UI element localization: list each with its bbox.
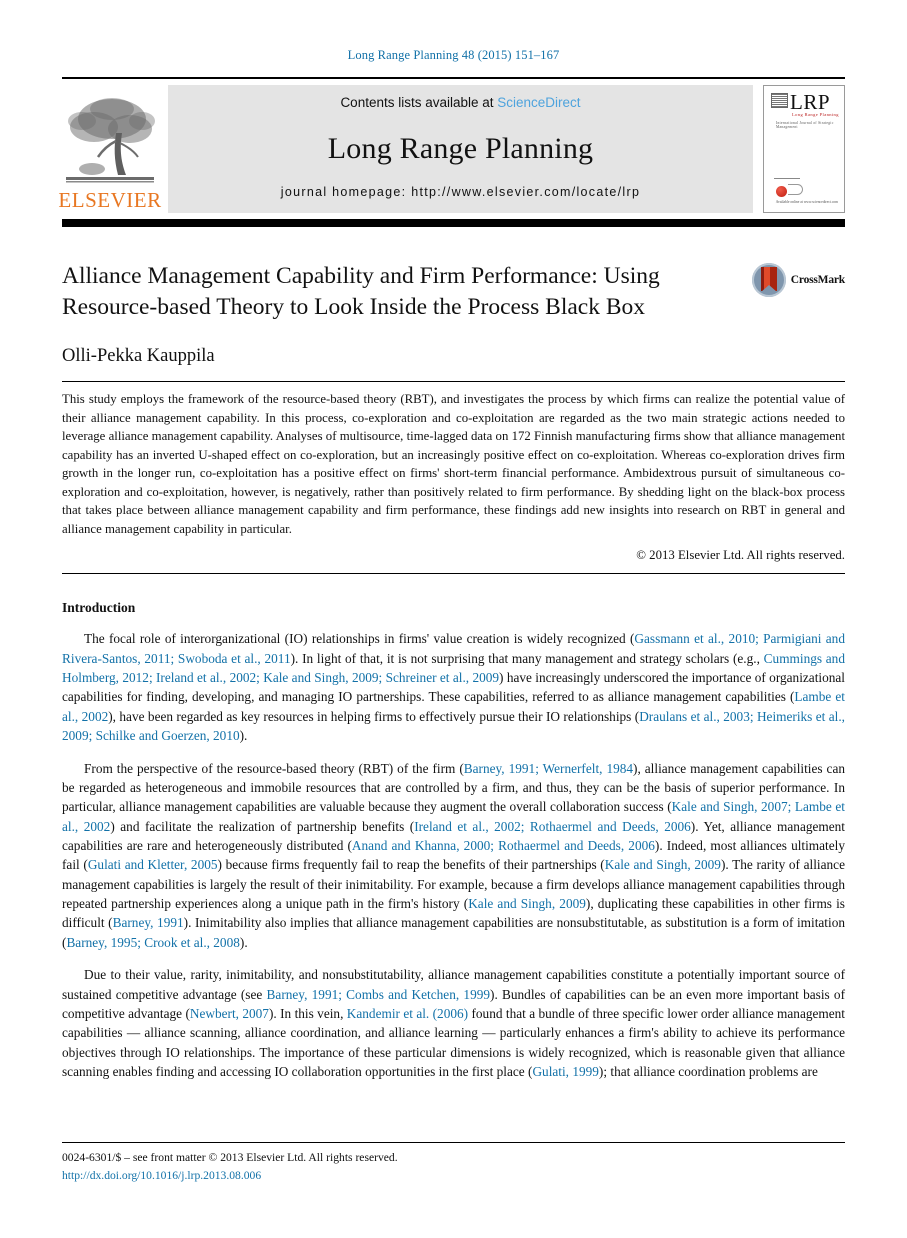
cover-tagline: International Journal of Strategic Manag… — [776, 121, 834, 129]
masthead-bottom-rule — [62, 219, 845, 227]
body-text-run: ). — [239, 728, 248, 744]
abstract-copyright: © 2013 Elsevier Ltd. All rights reserved… — [636, 548, 845, 563]
footer-doi-link[interactable]: http://dx.doi.org/10.1016/j.lrp.2013.08.… — [62, 1167, 845, 1184]
body-text-run: ). In this vein, — [268, 1006, 347, 1022]
body-paragraph: From the perspective of the resource-bas… — [62, 759, 845, 952]
body-text-run: ). In light of that, it is not surprisin… — [290, 650, 764, 666]
crossmark-icon — [751, 263, 786, 297]
citation-link[interactable]: Barney, 1991; Wernerfelt, 1984 — [464, 761, 633, 776]
contents-available-line: Contents lists available at ScienceDirec… — [340, 95, 580, 110]
abstract-text: This study employs the framework of the … — [62, 391, 845, 536]
body-text-run: ), have been regarded as key resources i… — [108, 708, 640, 724]
elsevier-logo: ELSEVIER — [58, 85, 161, 213]
title-text-wrap: Alliance Management Capability and Firm … — [62, 261, 752, 324]
citation-link[interactable]: Barney, 1995; Crook et al., 2008 — [66, 935, 239, 950]
body-text-run: ). — [239, 934, 248, 950]
body-text-run: ); that alliance coordination problems a… — [598, 1064, 818, 1080]
journal-homepage-link[interactable]: journal homepage: http://www.elsevier.co… — [281, 185, 640, 199]
elsevier-wordmark: ELSEVIER — [58, 188, 162, 212]
body-paragraph: Due to their value, rarity, inimitabilit… — [62, 965, 845, 1081]
body-text-run: The focal role of interorganizational (I… — [84, 631, 635, 647]
body-text-run: From the perspective of the resource-bas… — [84, 760, 464, 776]
crossmark-label: CrossMark — [790, 274, 845, 286]
article-title: Alliance Management Capability and Firm … — [62, 263, 660, 321]
citation-link[interactable]: Barney, 1991 — [113, 915, 184, 930]
cover-divider — [774, 178, 800, 179]
citation-link[interactable]: Kandemir et al. (2006) — [347, 1006, 468, 1021]
footer-rule — [62, 1142, 845, 1144]
citation-link[interactable]: Anand and Khanna, 2000; Rothaermel and D… — [352, 838, 655, 853]
crossmark-bookmark-shape — [760, 267, 777, 292]
contents-prefix: Contents lists available at — [340, 95, 498, 110]
citation-link[interactable]: Barney, 1991; Combs and Ketchen, 1999 — [267, 987, 490, 1002]
citation-link[interactable]: Gulati, 1999 — [532, 1064, 598, 1079]
citation-link[interactable]: Kale and Singh, 2009 — [468, 896, 586, 911]
abstract-bottom-rule — [62, 573, 845, 575]
abstract-top-rule — [62, 380, 845, 382]
citation-link[interactable]: Gulati and Kletter, 2005 — [88, 857, 218, 872]
cover-red-graphic — [776, 186, 787, 197]
section-heading-introduction: Introduction — [62, 600, 136, 616]
body-text-run: ) and facilitate the realization of part… — [110, 818, 415, 834]
journal-masthead: ELSEVIER Contents lists available at Sci… — [58, 77, 845, 213]
cover-graphic-outline — [788, 184, 803, 195]
author-name: Olli-Pekka Kauppila — [62, 345, 215, 366]
citation-link[interactable]: Kale and Singh, 2009 — [605, 857, 721, 872]
cover-subtitle: Long Range Planning — [792, 112, 839, 117]
citation-link[interactable]: Newbert, 2007 — [190, 1006, 269, 1021]
journal-title: Long Range Planning — [327, 131, 594, 165]
article-page: Long Range Planning 48 (2015) 151–167 EL… — [0, 0, 907, 1238]
journal-cover-thumbnail: LRP Long Range Planning International Jo… — [763, 85, 845, 213]
body-text-run: ) because firms frequently fail to reap … — [217, 857, 605, 873]
page-footer: 0024-6301/$ – see front matter © 2013 El… — [62, 1142, 845, 1184]
sciencedirect-link[interactable]: ScienceDirect — [497, 95, 580, 110]
body-paragraph: The focal role of interorganizational (I… — [62, 629, 845, 745]
elsevier-tree-icon — [64, 93, 156, 189]
title-block: Alliance Management Capability and Firm … — [62, 261, 845, 324]
citation-link[interactable]: Ireland et al., 2002; Rothaermel and Dee… — [414, 819, 691, 834]
journal-info-box: Contents lists available at ScienceDirec… — [168, 85, 753, 213]
running-head: Long Range Planning 48 (2015) 151–167 — [347, 48, 560, 62]
cover-footer-text: Available online at www.sciencedirect.co… — [775, 200, 838, 205]
introduction-body: The focal role of interorganizational (I… — [62, 629, 845, 1081]
footer-issn-line: 0024-6301/$ – see front matter © 2013 El… — [62, 1151, 398, 1165]
cover-elsevier-icon — [771, 93, 788, 108]
crossmark-badge[interactable]: CrossMark — [751, 263, 845, 297]
